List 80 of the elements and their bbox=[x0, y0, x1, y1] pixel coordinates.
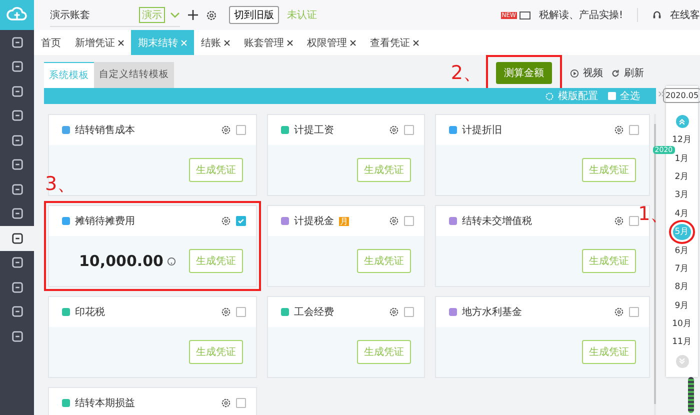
support-link[interactable]: 在线客 bbox=[670, 8, 700, 22]
card-title: 计提工资 bbox=[294, 124, 334, 137]
close-icon[interactable] bbox=[118, 40, 124, 46]
page-tab[interactable]: 结账 bbox=[194, 30, 237, 55]
settings-icon[interactable] bbox=[206, 10, 217, 20]
card-checkbox[interactable] bbox=[404, 307, 414, 317]
close-icon[interactable] bbox=[224, 40, 230, 46]
month-item[interactable]: 1月 bbox=[672, 150, 692, 167]
settings-icon[interactable] bbox=[614, 125, 624, 135]
amount-value: 10,000.00 bbox=[79, 252, 164, 270]
switch-version-button[interactable]: 切到旧版 bbox=[229, 6, 279, 24]
annotation-label: 3、 bbox=[45, 172, 76, 197]
settings-icon[interactable] bbox=[221, 307, 231, 317]
card-checkbox[interactable] bbox=[629, 216, 639, 226]
month-item[interactable]: 12月 bbox=[670, 132, 694, 148]
double-chevron-up-icon bbox=[678, 118, 686, 126]
card-checkbox[interactable] bbox=[629, 125, 639, 135]
annotation-label: 1、 bbox=[638, 202, 670, 227]
card-checkbox[interactable] bbox=[404, 216, 414, 226]
tv-icon bbox=[518, 10, 531, 20]
settings-icon[interactable] bbox=[389, 216, 399, 226]
page-tab[interactable]: 账套管理 bbox=[237, 30, 300, 55]
page-tab[interactable]: 首页 bbox=[34, 30, 68, 55]
card-title: 工会经费 bbox=[294, 306, 334, 319]
refresh-link[interactable]: 刷新 bbox=[624, 66, 644, 80]
video-link[interactable]: 视频 bbox=[583, 66, 603, 80]
calculate-button[interactable]: 测算金额 bbox=[496, 62, 552, 84]
account-selector[interactable]: 演示账套 演示 bbox=[50, 4, 180, 26]
card-checkbox[interactable] bbox=[629, 307, 639, 317]
double-chevron-icon[interactable] bbox=[658, 91, 665, 97]
settings-icon[interactable] bbox=[389, 307, 399, 317]
card-title: 地方水利基金 bbox=[462, 306, 522, 319]
card-checkbox[interactable] bbox=[236, 216, 246, 226]
month-item[interactable]: 6月 bbox=[672, 242, 692, 259]
month-item[interactable]: 10月 bbox=[670, 316, 694, 332]
level-meter-icon bbox=[688, 377, 694, 413]
settings-icon[interactable] bbox=[389, 125, 399, 135]
period-field[interactable]: 2020.05 bbox=[663, 88, 700, 103]
settings-icon[interactable] bbox=[221, 216, 231, 226]
card-title: 结转本期损益 bbox=[75, 396, 135, 410]
card-checkbox[interactable] bbox=[404, 125, 414, 135]
help-icon[interactable] bbox=[167, 256, 176, 266]
page-tab[interactable]: 查看凭证 bbox=[363, 30, 426, 55]
page-tab[interactable]: 新增凭证 bbox=[68, 30, 131, 55]
headset-icon[interactable] bbox=[652, 10, 662, 20]
card-title: 计提折旧 bbox=[462, 124, 502, 137]
month-item[interactable]: 3月 bbox=[672, 187, 692, 204]
settings-icon[interactable] bbox=[221, 398, 231, 408]
nav-icon[interactable] bbox=[0, 226, 34, 250]
card-title: 计提税金 bbox=[294, 214, 334, 228]
card-checkbox[interactable] bbox=[236, 307, 246, 317]
card-title: 摊销待摊费用 bbox=[75, 214, 135, 228]
close-icon[interactable] bbox=[350, 40, 356, 46]
card-title: 结转销售成本 bbox=[75, 124, 135, 137]
play-icon[interactable] bbox=[570, 68, 579, 78]
plus-icon[interactable] bbox=[188, 10, 198, 20]
page-tab[interactable]: 权限管理 bbox=[300, 30, 363, 55]
refresh-icon[interactable] bbox=[611, 68, 620, 78]
month-item[interactable]: 8月 bbox=[672, 279, 692, 296]
annotation-label: 2、 bbox=[450, 61, 482, 86]
card-title: 印花税 bbox=[75, 306, 105, 319]
settings-icon[interactable] bbox=[614, 216, 624, 226]
period-badge: 月 bbox=[339, 216, 349, 226]
template-tab[interactable]: 自定义结转模板 bbox=[94, 62, 174, 88]
news-link[interactable]: 税解读、产品实操! bbox=[538, 8, 623, 22]
close-icon[interactable] bbox=[287, 40, 293, 46]
card-title: 结转未交增值税 bbox=[462, 214, 532, 228]
select-all-checkbox[interactable] bbox=[608, 92, 616, 100]
settings-icon[interactable] bbox=[614, 307, 624, 317]
month-item[interactable]: 4月 bbox=[672, 206, 692, 222]
card-checkbox[interactable] bbox=[236, 125, 246, 135]
month-item[interactable]: 2月 bbox=[672, 168, 692, 185]
scrollbar[interactable] bbox=[654, 114, 656, 415]
close-icon[interactable] bbox=[413, 40, 419, 46]
month-item[interactable]: 9月 bbox=[672, 298, 692, 314]
double-chevron-down-icon bbox=[678, 357, 686, 366]
month-item[interactable]: 7月 bbox=[672, 260, 692, 277]
card-checkbox[interactable] bbox=[236, 398, 246, 408]
month-item[interactable]: 11月 bbox=[670, 334, 694, 350]
settings-icon[interactable] bbox=[221, 125, 231, 135]
